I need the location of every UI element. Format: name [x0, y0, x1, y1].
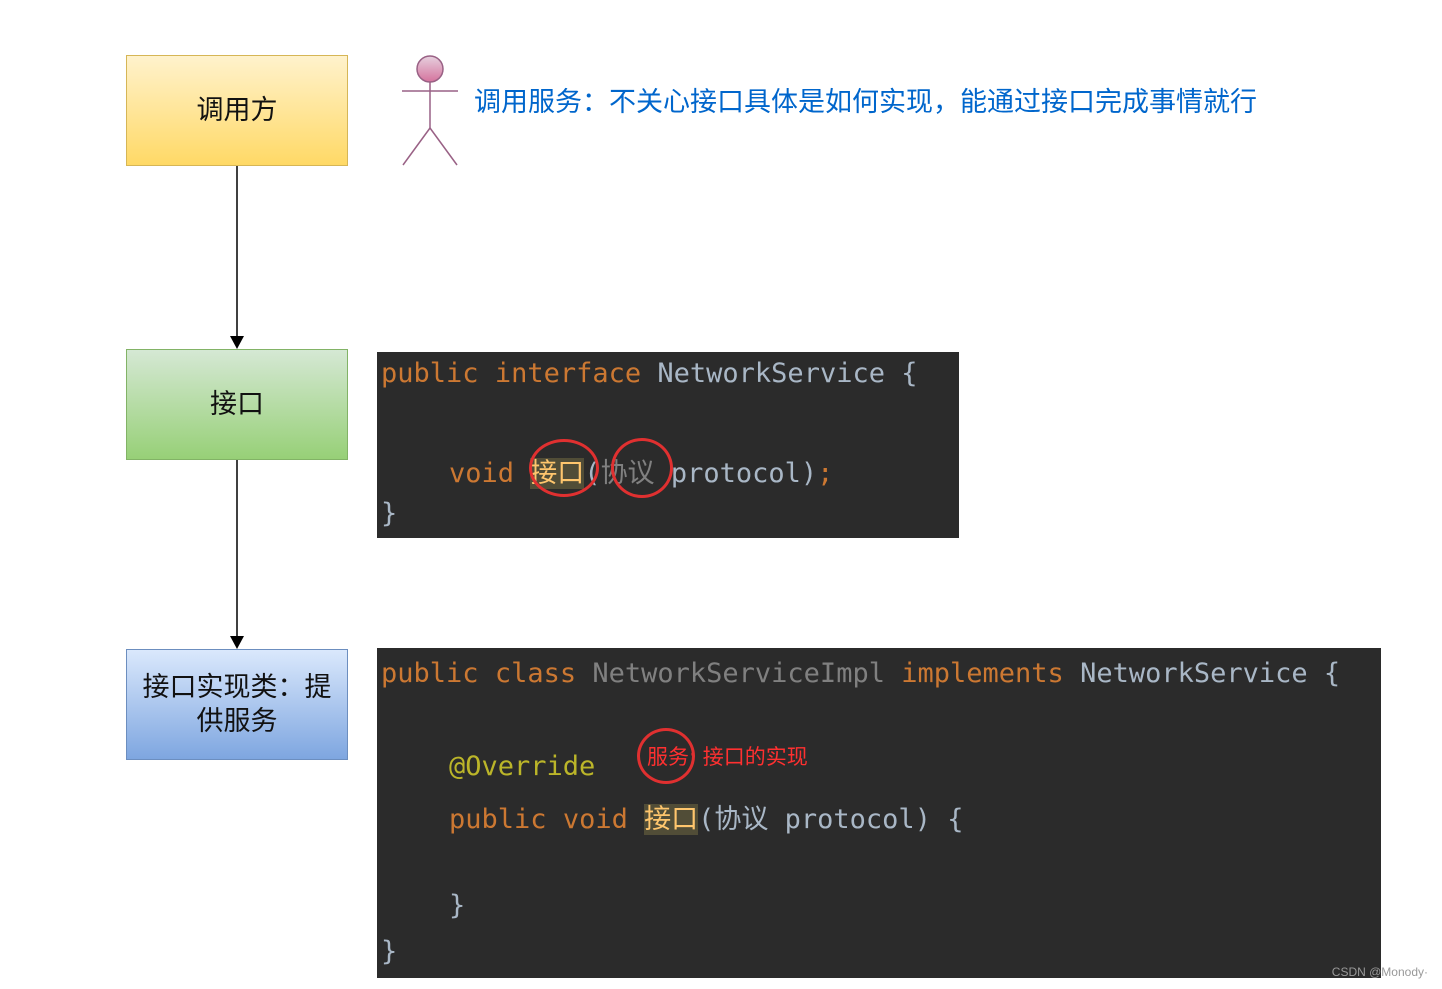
method-name: 接口 — [644, 804, 699, 835]
arrow-interface-to-impl — [230, 460, 244, 649]
code-line: @Override — [449, 751, 596, 782]
watermark: CSDN @Monody· — [1331, 965, 1428, 979]
highlight-ring-method — [529, 439, 599, 497]
code-line: public void 接口(协议 protocol) { — [449, 804, 964, 835]
code-line: public class NetworkServiceImpl implemen… — [381, 658, 1341, 689]
actor-caption: 调用服务：不关心接口具体是如何实现，能通过接口完成事情就行 — [474, 87, 1257, 118]
interface-code-block: public interface NetworkService { void 接… — [377, 352, 959, 538]
arrow-caller-to-interface — [230, 166, 244, 349]
highlight-ring-service — [637, 728, 695, 784]
code-line: } — [449, 890, 466, 921]
code-line: } — [381, 936, 398, 967]
code-line: public interface NetworkService { — [381, 358, 918, 389]
highlight-ring-param — [611, 438, 673, 498]
actor-icon — [402, 55, 458, 166]
code-line: } — [381, 498, 398, 529]
impl-code-block: public class NetworkServiceImpl implemen… — [377, 648, 1381, 978]
